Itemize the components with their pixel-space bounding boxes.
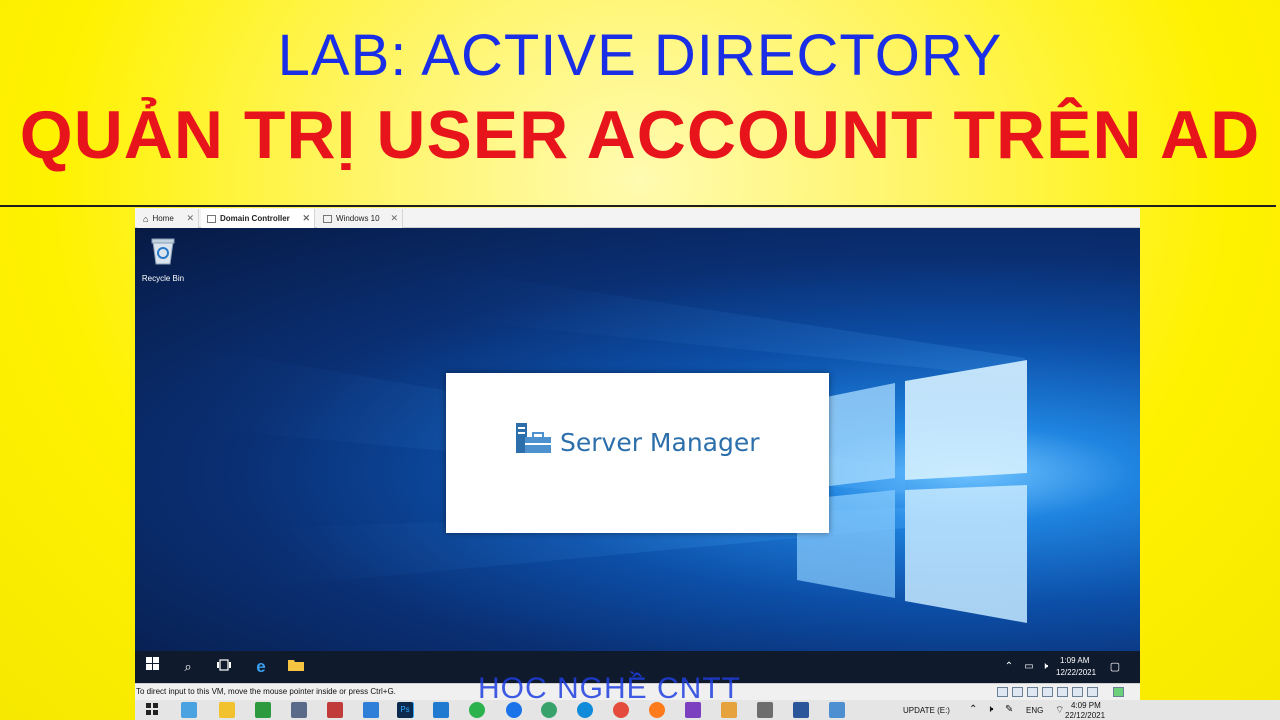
- task-view-icon[interactable]: [214, 657, 234, 677]
- host-clock-time[interactable]: 4:09 PM: [1071, 701, 1101, 710]
- language-indicator[interactable]: ENG: [1026, 706, 1043, 715]
- recycle-bin-shortcut[interactable]: Recycle Bin: [139, 236, 187, 283]
- tray-chevron-icon[interactable]: ⌃: [969, 704, 977, 715]
- vm-network-icon[interactable]: [1027, 687, 1038, 697]
- sticky-notes-icon[interactable]: [219, 702, 235, 718]
- windows-start-icon[interactable]: [143, 657, 163, 677]
- guest-desktop[interactable]: Recycle Bin Server Manager: [135, 228, 1140, 651]
- splash-title: Server Manager: [560, 428, 760, 457]
- vm-printer-icon[interactable]: [1072, 687, 1083, 697]
- file-explorer-icon[interactable]: [286, 657, 306, 677]
- host-app-icon[interactable]: [181, 702, 197, 718]
- tab-label: Windows 10: [336, 214, 380, 223]
- vm-display-icon[interactable]: [1087, 687, 1098, 697]
- host-folder-icon[interactable]: [721, 702, 737, 718]
- zalo-icon[interactable]: [506, 702, 522, 718]
- tab-label: Home: [152, 214, 174, 223]
- mail-icon[interactable]: [363, 702, 379, 718]
- banner-divider: [0, 205, 1276, 207]
- wifi-icon[interactable]: ⌔: [1055, 704, 1064, 717]
- tab-home[interactable]: ⌂ Home ✕: [137, 209, 199, 228]
- host-app-green-icon[interactable]: [469, 702, 485, 718]
- tab-label: Domain Controller: [220, 214, 290, 223]
- remote-desktop-icon[interactable]: [291, 702, 307, 718]
- recycle-bin-icon: [151, 238, 175, 265]
- close-icon[interactable]: ✕: [390, 213, 398, 224]
- visual-studio-icon[interactable]: [685, 702, 701, 718]
- guest-clock-date[interactable]: 12/22/2021: [1056, 668, 1096, 677]
- server-manager-splash: Server Manager: [446, 373, 829, 533]
- firefox-icon[interactable]: [649, 702, 665, 718]
- vm-icon: [207, 214, 216, 223]
- search-icon[interactable]: ⌕: [178, 657, 198, 677]
- notifications-icon[interactable]: ▢: [1105, 657, 1125, 677]
- host-app-red-icon[interactable]: [327, 702, 343, 718]
- vm-sound-icon[interactable]: [1057, 687, 1068, 697]
- host-taskbar: Ps UPDATE (E:) ⌃ 🕨 ✎ ENG ⌔ 4:09 PM 22/12…: [135, 700, 1280, 720]
- vm-icon: [323, 214, 332, 223]
- server-manager-icon: [516, 423, 551, 453]
- guest-clock-time[interactable]: 1:09 AM: [1060, 656, 1089, 665]
- tray-chevron-icon[interactable]: ⌃: [999, 657, 1019, 677]
- tools-icon[interactable]: [757, 702, 773, 718]
- internet-explorer-icon[interactable]: e: [251, 657, 271, 677]
- tab-windows-10[interactable]: Windows 10 ✕: [317, 209, 403, 228]
- vm-cd-icon[interactable]: [1012, 687, 1023, 697]
- vm-hdd-icon[interactable]: [997, 687, 1008, 697]
- host-app-icon-2[interactable]: [541, 702, 557, 718]
- host-clock-date[interactable]: 22/12/2021: [1065, 711, 1105, 720]
- photoshop-icon[interactable]: Ps: [397, 702, 413, 718]
- volume-icon[interactable]: 🕨: [1035, 657, 1055, 677]
- vm-tab-bar: ⌂ Home ✕ Domain Controller ✕ Windows 10 …: [135, 208, 1140, 228]
- vm-messages-icon[interactable]: [1113, 687, 1124, 697]
- vmware-window: ⌂ Home ✕ Domain Controller ✕ Windows 10 …: [135, 208, 1140, 720]
- host-app-icon-3[interactable]: [829, 702, 845, 718]
- host-start-icon[interactable]: [145, 702, 161, 718]
- edge-icon[interactable]: [577, 702, 593, 718]
- banner-title-line1: LAB: ACTIVE DIRECTORY: [277, 23, 1003, 88]
- close-icon[interactable]: ✕: [302, 213, 310, 224]
- title-banner: LAB: ACTIVE DIRECTORY QUẢN TRỊ USER ACCO…: [0, 0, 1280, 207]
- word-icon[interactable]: [793, 702, 809, 718]
- camtasia-icon[interactable]: [255, 702, 271, 718]
- banner-title-line2: QUẢN TRỊ USER ACCOUNT TRÊN AD: [19, 97, 1261, 173]
- chrome-icon[interactable]: [613, 702, 629, 718]
- recycle-bin-label: Recycle Bin: [141, 274, 185, 283]
- close-icon[interactable]: ✕: [186, 213, 194, 224]
- pen-icon[interactable]: ✎: [1005, 704, 1013, 715]
- vm-usb-icon[interactable]: [1042, 687, 1053, 697]
- vscode-icon[interactable]: [433, 702, 449, 718]
- volume-icon[interactable]: 🕨: [987, 704, 993, 715]
- vm-input-hint: To direct input to this VM, move the mou…: [136, 687, 396, 696]
- drive-label[interactable]: UPDATE (E:): [903, 706, 950, 715]
- home-icon: ⌂: [143, 213, 149, 224]
- tab-domain-controller[interactable]: Domain Controller ✕: [201, 209, 315, 228]
